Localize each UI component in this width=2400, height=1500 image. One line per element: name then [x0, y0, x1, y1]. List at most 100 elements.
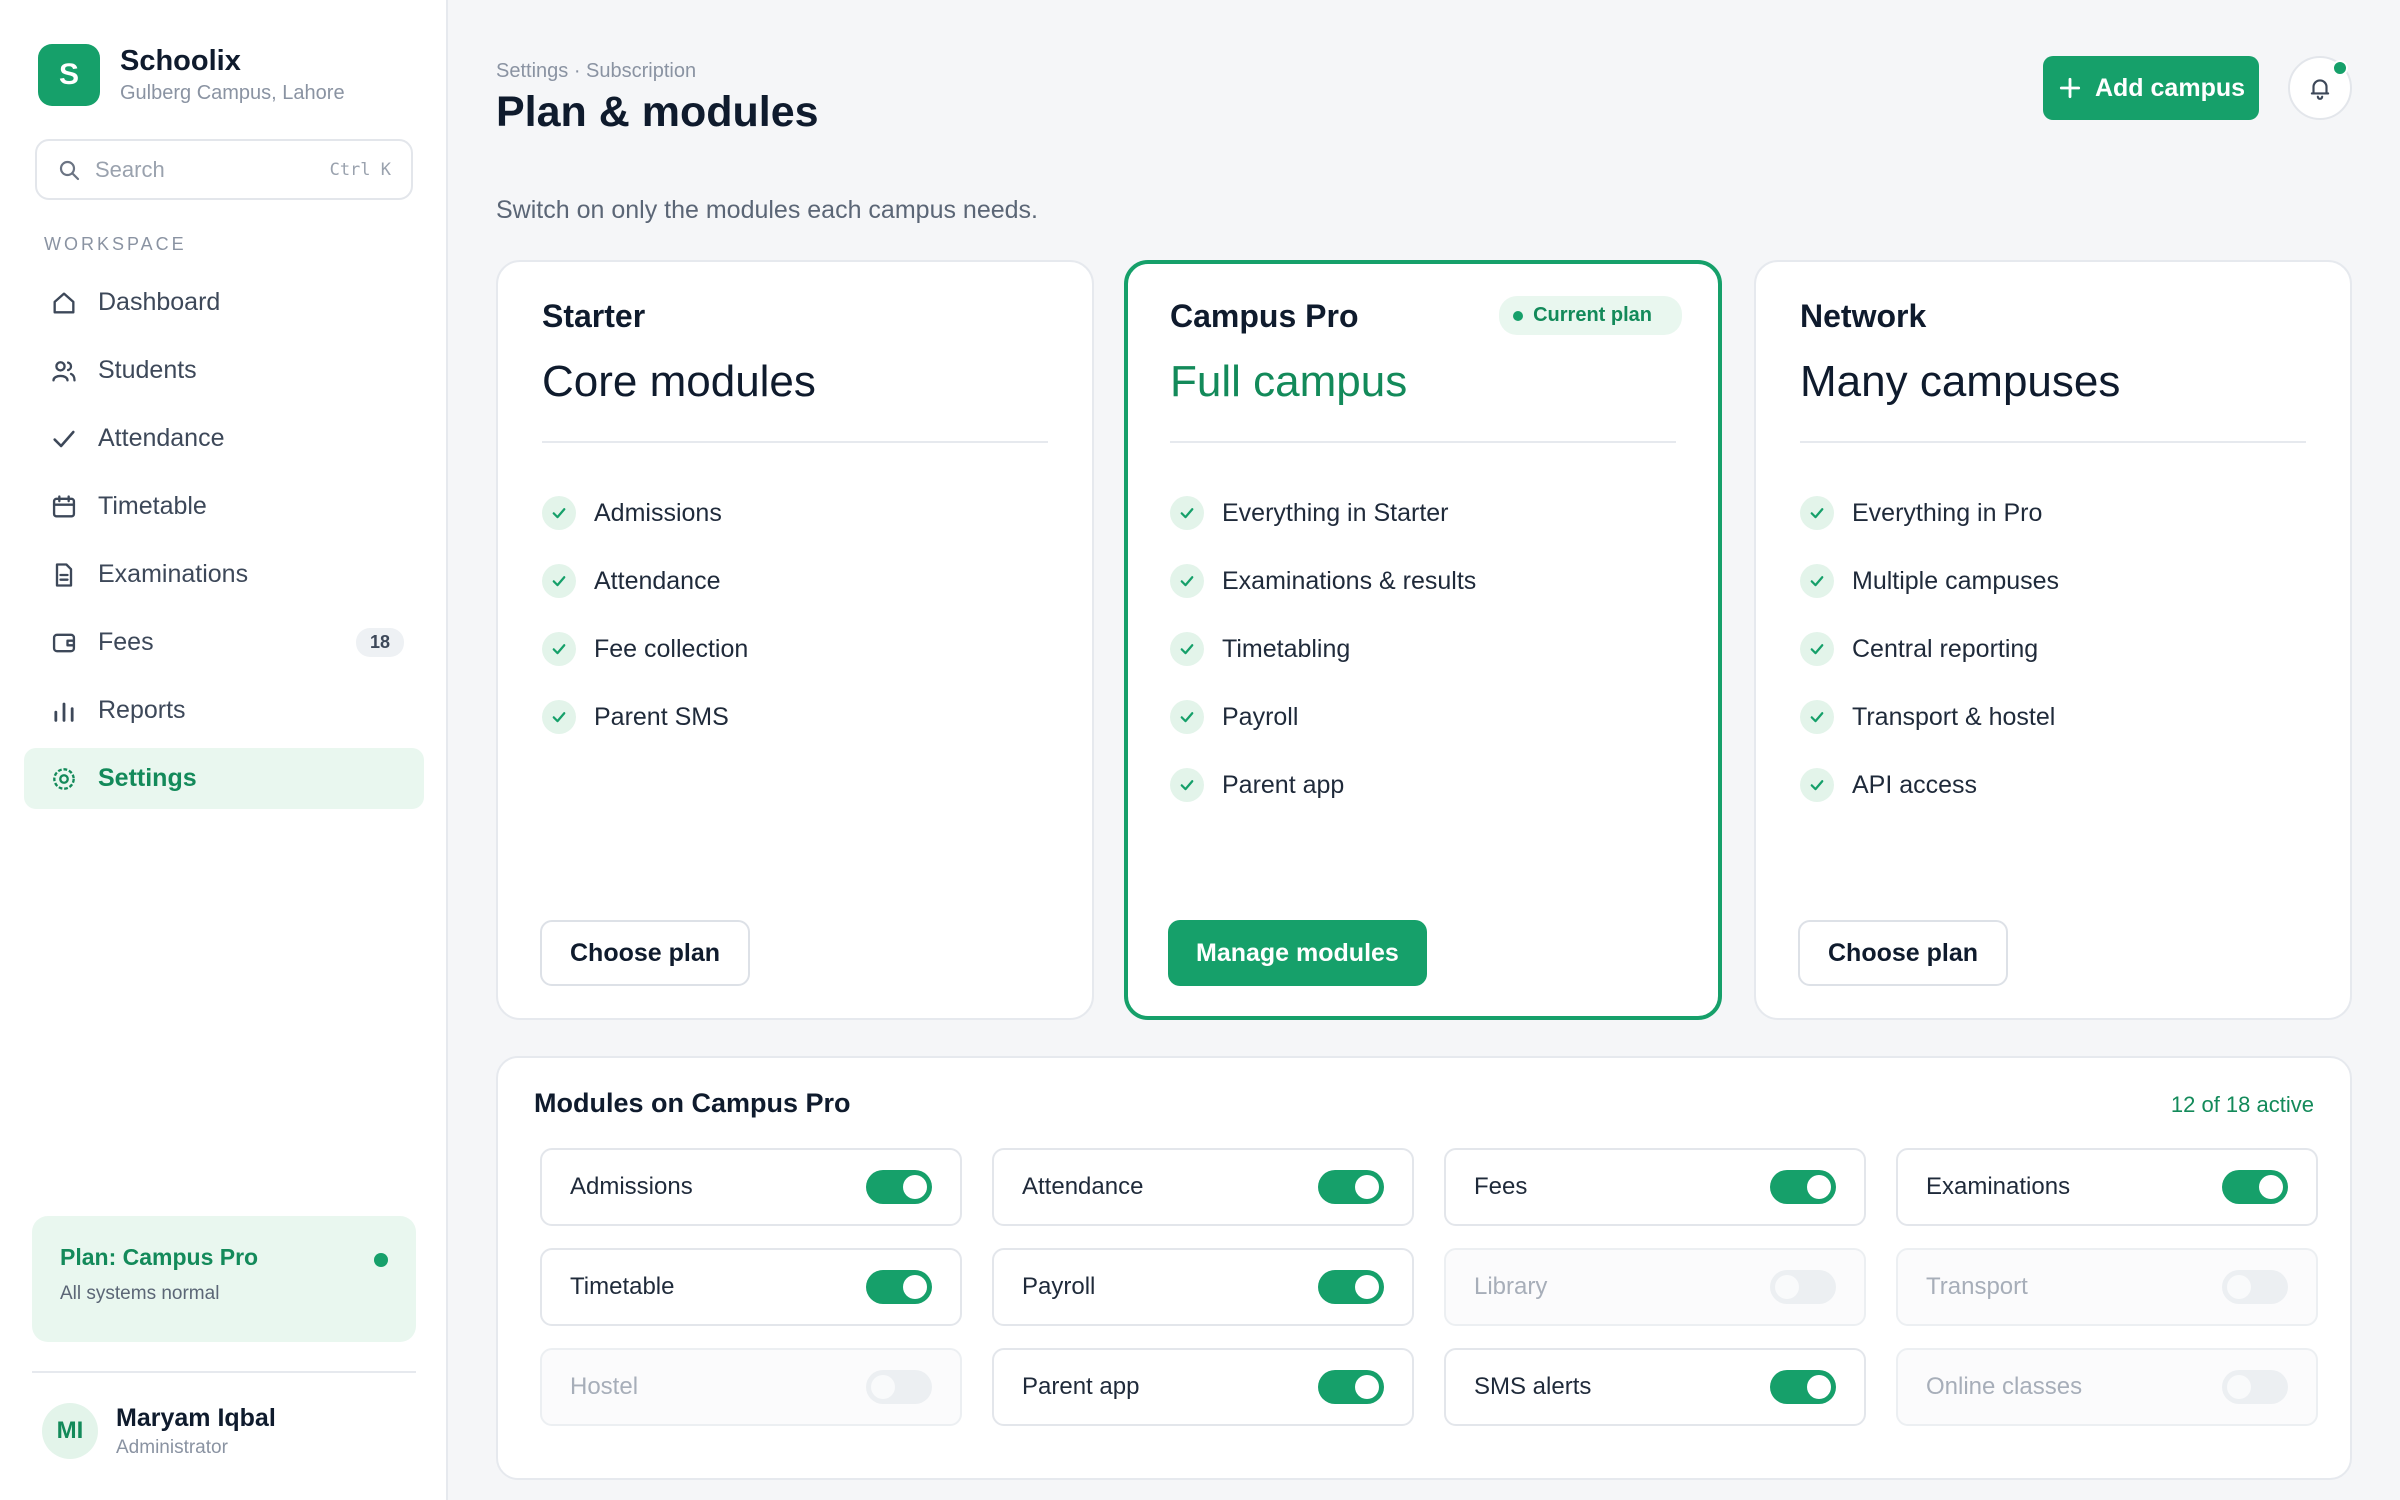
notification-dot-icon	[2332, 60, 2348, 76]
search-box[interactable]: Ctrl K	[35, 139, 413, 200]
sidebar: S Schoolix Gulberg Campus, Lahore Ctrl K…	[0, 0, 448, 1500]
plan-name: Starter	[542, 298, 646, 334]
choose-plan-button[interactable]: Choose plan	[540, 920, 751, 986]
module-parent-app[interactable]: Parent app	[992, 1348, 1414, 1426]
sidebar-item-label: Attendance	[98, 424, 225, 452]
module-label: Fees	[1474, 1173, 1528, 1200]
plus-icon	[2059, 77, 2081, 99]
module-toggle[interactable]	[1318, 1370, 1384, 1404]
module-label: Admissions	[570, 1173, 693, 1200]
module-toggle[interactable]	[1770, 1170, 1836, 1204]
feature-item: Admissions	[542, 479, 1048, 547]
plan-status-text: All systems normal	[60, 1283, 220, 1304]
sidebar-item-label: Settings	[98, 764, 197, 792]
sidebar-item-students[interactable]: Students	[24, 340, 424, 401]
module-transport[interactable]: Transport	[1896, 1248, 2318, 1326]
plan-card-network[interactable]: Network Many campuses Everything in Pro …	[1754, 260, 2352, 1020]
module-toggle[interactable]	[1318, 1270, 1384, 1304]
feature-item: Examinations & results	[1170, 547, 1676, 615]
plan-status-card[interactable]: Plan: Campus Pro All systems normal	[32, 1216, 416, 1342]
feature-item: Parent SMS	[542, 683, 1048, 751]
check-circle-icon	[1170, 496, 1204, 530]
sidebar-item-reports[interactable]: Reports	[24, 680, 424, 741]
avatar: MI	[42, 1403, 98, 1459]
module-fees[interactable]: Fees	[1444, 1148, 1866, 1226]
bell-icon	[2310, 79, 2330, 100]
module-examinations[interactable]: Examinations	[1896, 1148, 2318, 1226]
user-name: Maryam Iqbal	[116, 1403, 276, 1432]
module-label: Library	[1474, 1273, 1548, 1300]
check-circle-icon	[1800, 496, 1834, 530]
module-label: Attendance	[1022, 1173, 1144, 1200]
check-circle-icon	[1170, 768, 1204, 802]
plan-card-campus-pro[interactable]: Current plan Campus Pro Full campus Ever…	[1124, 260, 1722, 1020]
module-toggle[interactable]	[2222, 1370, 2288, 1404]
module-hostel[interactable]: Hostel	[540, 1348, 962, 1426]
fees-count-badge: 18	[355, 628, 404, 657]
module-timetable[interactable]: Timetable	[540, 1248, 962, 1326]
bar-chart-icon	[54, 702, 74, 722]
modules-title: Modules on Campus Pro	[534, 1088, 851, 1118]
modules-active-count: 12 of 18 active	[2170, 1092, 2314, 1117]
page-subtitle: Switch on only the modules each campus n…	[496, 196, 1038, 224]
feature-list: Admissions Attendance Fee collection Par…	[542, 479, 1048, 751]
sidebar-item-examinations[interactable]: Examinations	[24, 544, 424, 605]
user-profile[interactable]: MI Maryam Iqbal Administrator	[42, 1403, 276, 1459]
plan-card-starter[interactable]: Starter Core modules Admissions Attendan…	[496, 260, 1094, 1020]
search-shortcut: Ctrl K	[329, 159, 391, 180]
check-circle-icon	[542, 700, 576, 734]
module-label: Parent app	[1022, 1373, 1140, 1400]
feature-item: Multiple campuses	[1800, 547, 2306, 615]
check-circle-icon	[1800, 564, 1834, 598]
module-label: Transport	[1926, 1273, 2028, 1300]
manage-modules-button[interactable]: Manage modules	[1168, 920, 1427, 986]
module-toggle[interactable]	[866, 1370, 932, 1404]
module-toggle[interactable]	[2222, 1270, 2288, 1304]
user-role: Administrator	[116, 1436, 228, 1458]
feature-item: Attendance	[542, 547, 1048, 615]
modules-panel: Modules on Campus Pro 12 of 18 active Ad…	[496, 1056, 2352, 1480]
module-toggle[interactable]	[866, 1270, 932, 1304]
current-plan-badge: Current plan	[1499, 296, 1682, 335]
module-library[interactable]: Library	[1444, 1248, 1866, 1326]
module-toggle[interactable]	[1770, 1270, 1836, 1304]
add-campus-label: Add campus	[2094, 73, 2246, 102]
feature-item: Parent app	[1170, 751, 1676, 819]
sidebar-item-fees[interactable]: Fees 18	[24, 612, 424, 673]
campus-name: Gulberg Campus, Lahore	[120, 82, 345, 105]
search-input[interactable]	[95, 156, 295, 183]
breadcrumb: Settings · Subscription	[496, 60, 697, 82]
module-toggle[interactable]	[1770, 1370, 1836, 1404]
check-circle-icon	[1800, 632, 1834, 666]
feature-item: Everything in Starter	[1170, 479, 1676, 547]
add-campus-button[interactable]: Add campus	[2043, 56, 2259, 120]
plan-headline: Core modules	[542, 357, 816, 406]
module-sms-alerts[interactable]: SMS alerts	[1444, 1348, 1866, 1426]
sidebar-item-attendance[interactable]: Attendance	[24, 408, 424, 469]
brand[interactable]: S Schoolix Gulberg Campus, Lahore	[38, 44, 345, 106]
document-icon	[55, 562, 73, 587]
choose-plan-button[interactable]: Choose plan	[1798, 920, 2009, 986]
home-icon	[53, 292, 75, 313]
module-label: Hostel	[570, 1373, 639, 1400]
check-circle-icon	[542, 632, 576, 666]
feature-item: Central reporting	[1800, 615, 2306, 683]
check-circle-icon	[1170, 632, 1204, 666]
module-payroll[interactable]: Payroll	[992, 1248, 1414, 1326]
plan-status-title: Plan: Campus Pro	[60, 1244, 259, 1270]
sidebar-item-timetable[interactable]: Timetable	[24, 476, 424, 537]
module-toggle[interactable]	[2222, 1170, 2288, 1204]
module-attendance[interactable]: Attendance	[992, 1148, 1414, 1226]
module-toggle[interactable]	[866, 1170, 932, 1204]
module-label: Timetable	[570, 1273, 675, 1300]
notifications-button[interactable]	[2288, 56, 2352, 120]
module-online-classes[interactable]: Online classes	[1896, 1348, 2318, 1426]
sidebar-item-dashboard[interactable]: Dashboard	[24, 272, 424, 333]
status-dot-icon	[374, 1253, 388, 1267]
feature-item: Fee collection	[542, 615, 1048, 683]
sidebar-item-settings[interactable]: Settings	[24, 748, 424, 809]
check-circle-icon	[542, 564, 576, 598]
feature-item: Payroll	[1170, 683, 1676, 751]
module-toggle[interactable]	[1318, 1170, 1384, 1204]
module-admissions[interactable]: Admissions	[540, 1148, 962, 1226]
